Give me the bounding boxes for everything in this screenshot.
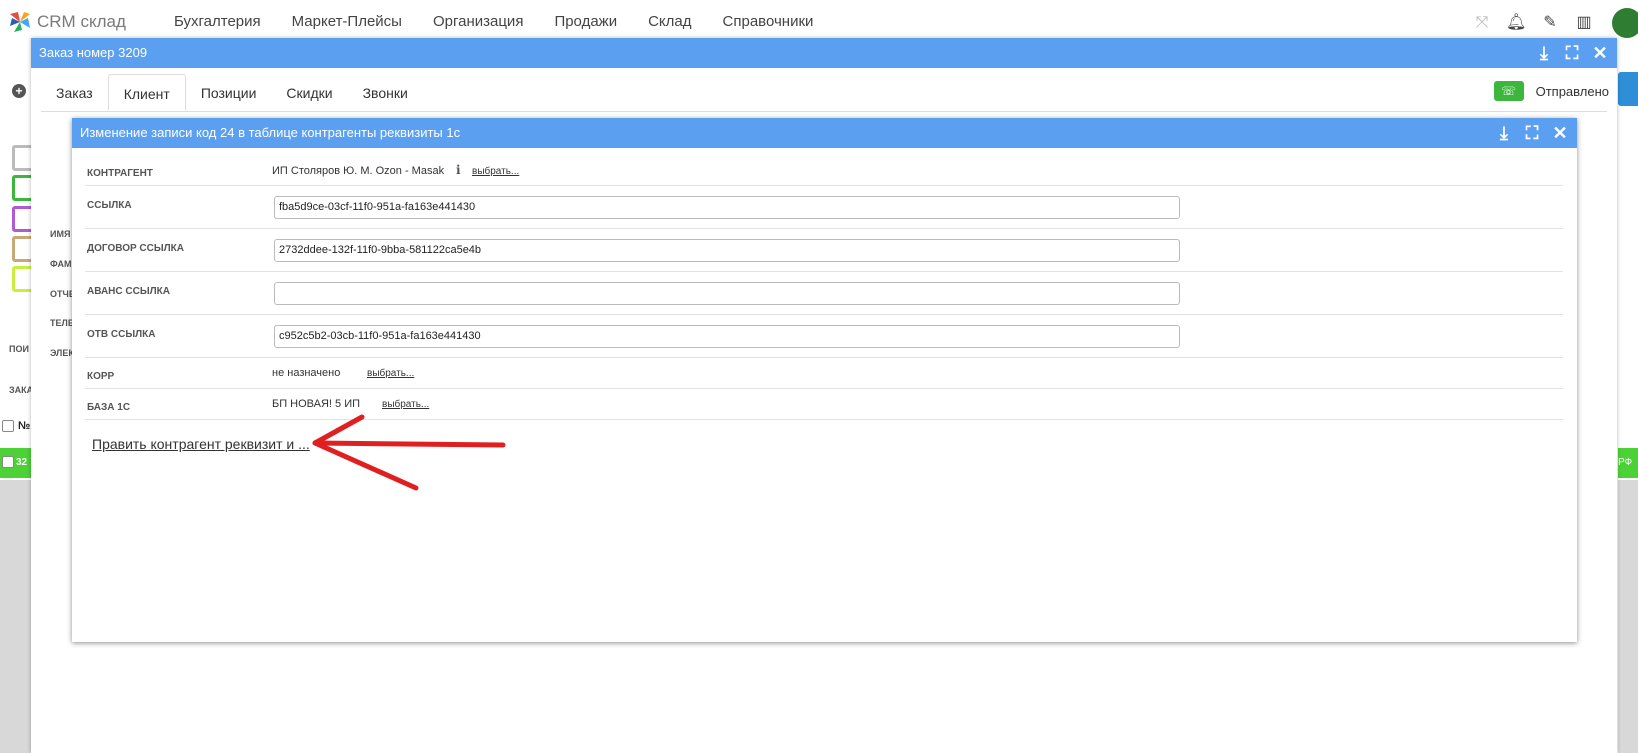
close-icon[interactable]: ✕ bbox=[1589, 42, 1611, 64]
field-row-kontragent: КОНТРАГЕНТ ИП Столяров Ю. М. Ozon - Masa… bbox=[85, 155, 1563, 186]
background-gray-right bbox=[1618, 480, 1638, 753]
plus-circle-icon[interactable]: + bbox=[12, 84, 26, 98]
field-row-korr: КОРР не назначено выбрать... bbox=[85, 358, 1563, 389]
nav-item-organization[interactable]: Организация bbox=[433, 13, 523, 30]
background-label: РФ bbox=[1618, 457, 1633, 468]
korr-select-link[interactable]: выбрать... bbox=[367, 368, 414, 379]
field-label: ССЫЛКА bbox=[87, 200, 132, 211]
field-row-otv: ОТВ ССЫЛКА c952c5b2-03cb-11f0-951a-fa163… bbox=[85, 315, 1563, 358]
maximize-icon[interactable]: ⛶ bbox=[1561, 42, 1583, 64]
edit-dialog: Изменение записи код 24 в таблице контра… bbox=[72, 118, 1577, 642]
background-label: ФАМ bbox=[50, 259, 72, 269]
scan-icon[interactable]: ⤧ bbox=[1472, 13, 1492, 33]
crm-logo-icon bbox=[10, 12, 30, 32]
info-icon[interactable]: i bbox=[456, 163, 461, 177]
row-checkbox[interactable] bbox=[2, 456, 14, 468]
field-label: АВАНС ССЫЛКА bbox=[87, 286, 170, 297]
background-label: ЗАКА bbox=[9, 385, 34, 395]
field-label: КОРР bbox=[87, 371, 115, 382]
otv-input[interactable]: c952c5b2-03cb-11f0-951a-fa163e441430 bbox=[274, 325, 1180, 348]
bell-icon[interactable]: 🔔︎ bbox=[1506, 13, 1526, 33]
tab-order[interactable]: Заказ bbox=[41, 74, 108, 111]
download-icon[interactable]: ⤓ bbox=[1533, 42, 1555, 64]
app-name: CRM склад bbox=[37, 12, 126, 31]
barcode-icon[interactable]: ▥ bbox=[1574, 13, 1594, 33]
main-nav: Бухгалтерия Маркет-Плейсы Организация Пр… bbox=[174, 13, 844, 30]
tab-client[interactable]: Клиент bbox=[107, 74, 186, 111]
avans-input[interactable] bbox=[274, 282, 1180, 305]
select-all-checkbox[interactable] bbox=[2, 420, 14, 432]
close-icon[interactable]: ✕ bbox=[1549, 122, 1571, 144]
edit-dialog-titlebar[interactable]: Изменение записи код 24 в таблице контра… bbox=[72, 118, 1577, 148]
tab-discounts[interactable]: Скидки bbox=[271, 74, 347, 111]
maximize-icon[interactable]: ⛶ bbox=[1521, 122, 1543, 144]
app-logo[interactable]: CRM склад bbox=[8, 10, 126, 34]
field-row-dogovor: ДОГОВОР ССЫЛКА 2732ddee-132f-11f0-9bba-5… bbox=[85, 229, 1563, 272]
field-label: БАЗА 1С bbox=[87, 402, 131, 413]
background-row-highlight-right: РФ bbox=[1618, 448, 1638, 478]
edit-requisites-link[interactable]: Править контрагент реквизит и ... bbox=[92, 436, 310, 452]
baza-select-link[interactable]: выбрать... bbox=[382, 399, 429, 410]
tab-positions[interactable]: Позиции bbox=[186, 74, 272, 111]
field-label: ДОГОВОР ССЫЛКА bbox=[87, 243, 184, 254]
window-controls: ⤓ ⛶ ✕ bbox=[1527, 38, 1611, 68]
field-row-ssylka: ССЫЛКА fba5d9ce-03cf-11f0-951a-fa163e441… bbox=[85, 186, 1563, 229]
background-label: ПОИ bbox=[9, 344, 29, 354]
field-label: КОНТРАГЕНТ bbox=[87, 168, 153, 179]
avatar[interactable] bbox=[1612, 8, 1638, 38]
dialog-controls: ⤓ ⛶ ✕ bbox=[1487, 118, 1571, 148]
field-row-avans: АВАНС ССЫЛКА bbox=[85, 272, 1563, 315]
tab-calls[interactable]: Звонки bbox=[348, 74, 423, 111]
top-icons: ⤧ 🔔︎ ✎ ▥ bbox=[1472, 8, 1638, 38]
status-text: Отправлено bbox=[1535, 83, 1609, 99]
baza-value: БП НОВАЯ! 5 ИП bbox=[272, 398, 361, 410]
edit-form: КОНТРАГЕНТ ИП Столяров Ю. М. Ozon - Masa… bbox=[85, 155, 1563, 420]
background-label: ТЕЛЕ bbox=[50, 318, 74, 328]
background-label: ЭЛЕК bbox=[50, 348, 74, 358]
dogovor-input[interactable]: 2732ddee-132f-11f0-9bba-581122ca5e4b bbox=[274, 239, 1180, 262]
kontragent-value: ИП Столяров Ю. М. Ozon - Masak bbox=[272, 165, 445, 177]
background-button[interactable] bbox=[1618, 72, 1638, 106]
order-status: ☏ Отправлено bbox=[1493, 81, 1609, 101]
background-gray-left bbox=[0, 480, 32, 753]
order-window-titlebar[interactable]: Заказ номер 3209 ⤓ ⛶ ✕ bbox=[31, 38, 1617, 68]
download-icon[interactable]: ⤓ bbox=[1493, 122, 1515, 144]
edit-icon[interactable]: ✎ bbox=[1540, 13, 1560, 33]
order-tabs: Заказ Клиент Позиции Скидки Звонки bbox=[41, 74, 1607, 112]
nav-item-sales[interactable]: Продажи bbox=[554, 13, 617, 30]
nav-item-accounting[interactable]: Бухгалтерия bbox=[174, 13, 261, 30]
edit-dialog-title: Изменение записи код 24 в таблице контра… bbox=[80, 125, 461, 140]
field-row-baza: БАЗА 1С БП НОВАЯ! 5 ИП выбрать... bbox=[85, 389, 1563, 420]
kontragent-select-link[interactable]: выбрать... bbox=[472, 166, 519, 177]
background-label: ИМЯ bbox=[50, 229, 71, 239]
background-label: № bbox=[18, 420, 31, 432]
phone-icon[interactable]: ☏ bbox=[1493, 81, 1524, 101]
field-label: ОТВ ССЫЛКА bbox=[87, 329, 156, 340]
nav-item-warehouse[interactable]: Склад bbox=[648, 13, 691, 30]
ssylka-input[interactable]: fba5d9ce-03cf-11f0-951a-fa163e441430 bbox=[274, 196, 1180, 219]
korr-value: не назначено bbox=[272, 367, 341, 379]
nav-item-references[interactable]: Справочники bbox=[723, 13, 814, 30]
background-label: 32 bbox=[16, 457, 28, 468]
nav-item-marketplaces[interactable]: Маркет-Плейсы bbox=[292, 13, 402, 30]
order-window-title: Заказ номер 3209 bbox=[39, 45, 148, 60]
